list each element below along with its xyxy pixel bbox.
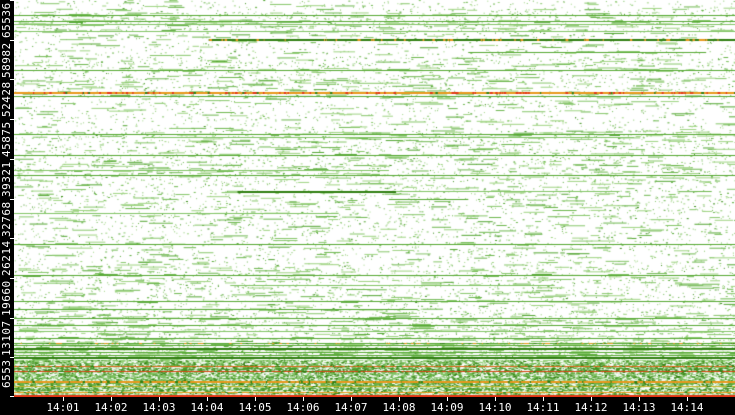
y-axis: 0655313107196602621432768393214587552428… [0, 0, 14, 405]
x-tick-label: 14:04 [190, 401, 224, 414]
scatter-plot-canvas[interactable] [14, 0, 735, 397]
y-tick [10, 199, 14, 200]
y-tick-label: 19660 [0, 280, 13, 316]
x-tick-label: 14:07 [334, 401, 368, 414]
x-tick-label: 14:02 [94, 401, 128, 414]
port-activity-visualization: 0655313107196602621432768393214587552428… [0, 0, 735, 415]
x-tick-label: 14:03 [142, 401, 176, 414]
y-tick [10, 119, 14, 120]
y-tick [10, 159, 14, 160]
x-tick-label: 14:10 [478, 401, 512, 414]
y-tick [10, 40, 14, 41]
y-tick-label: 45875 [0, 121, 13, 157]
x-tick-label: 14:11 [526, 401, 560, 414]
y-tick [10, 0, 14, 1]
y-tick-label: 58982 [0, 42, 13, 78]
x-tick-label: 14:09 [430, 401, 464, 414]
x-tick-label: 14:12 [574, 401, 608, 414]
x-tick-label: 14:08 [382, 401, 416, 414]
y-tick [10, 238, 14, 239]
y-tick [10, 79, 14, 80]
x-axis: 14:01 14:02 14:03 14:04 14:05 14:06 14:07 14:08… [0, 397, 735, 415]
y-tick-label: 26214 [0, 240, 13, 276]
y-tick-label: 32768 [0, 201, 13, 237]
x-tick-label: 14:06 [286, 401, 320, 414]
y-tick-label: 13107 [0, 320, 13, 356]
y-tick-label: 52428 [0, 81, 13, 117]
y-tick-label: 65536 [0, 2, 13, 38]
y-tick [10, 278, 14, 279]
x-tick-label: 14:01 [46, 401, 80, 414]
x-tick-label: 14:05 [238, 401, 272, 414]
x-tick-label: 14:14 [670, 401, 704, 414]
y-tick [10, 318, 14, 319]
x-tick-label: 14:13 [622, 401, 656, 414]
y-tick-label: 39321 [0, 161, 13, 197]
y-tick-label: 6553 [0, 359, 13, 389]
y-tick [10, 357, 14, 358]
